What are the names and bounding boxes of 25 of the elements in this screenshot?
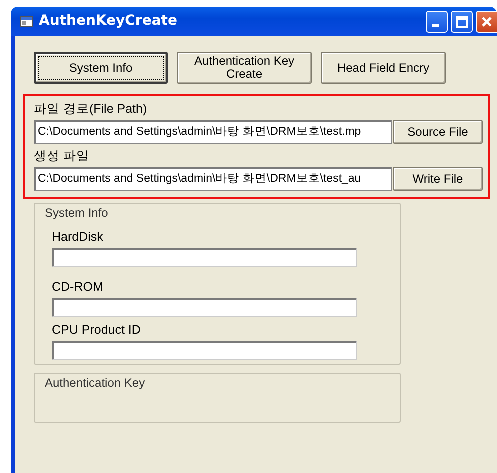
file-button[interactable]: Source File — [393, 120, 483, 144]
path-field[interactable]: C:\Documents and Settings\admin\바탕 화면\DRM보호\test_au — [34, 167, 392, 191]
field-label: CD-ROM — [52, 280, 104, 295]
file-button[interactable]: Write File — [393, 167, 483, 191]
maximize-button[interactable] — [451, 10, 473, 32]
toolbar-button[interactable]: System Info — [34, 52, 168, 84]
field-label: 생성 파일 — [34, 149, 90, 164]
group-title: Authentication Key — [43, 377, 148, 390]
window-title: AuthenKeyCreate — [39, 12, 178, 31]
field-label: CPU Product ID — [52, 323, 142, 338]
text-field[interactable] — [52, 341, 357, 360]
group-title: System Info — [43, 207, 110, 220]
field-label: HardDisk — [52, 230, 104, 245]
close-button[interactable] — [476, 10, 497, 32]
minimize-icon — [432, 24, 439, 27]
text-field[interactable] — [52, 298, 357, 317]
path-field[interactable]: C:\Documents and Settings\admin\바탕 화면\DRM보호\test.mp — [34, 120, 392, 144]
text-field[interactable] — [52, 248, 357, 267]
maximize-icon — [456, 16, 468, 28]
minimize-button[interactable] — [426, 10, 448, 32]
toolbar-button[interactable]: Head Field Encry — [321, 52, 446, 84]
window-icon — [20, 16, 33, 27]
toolbar-button[interactable]: Authentication Key Create — [177, 52, 312, 84]
field-label: 파일 경로(File Path) — [34, 102, 148, 117]
close-icon — [481, 16, 493, 28]
